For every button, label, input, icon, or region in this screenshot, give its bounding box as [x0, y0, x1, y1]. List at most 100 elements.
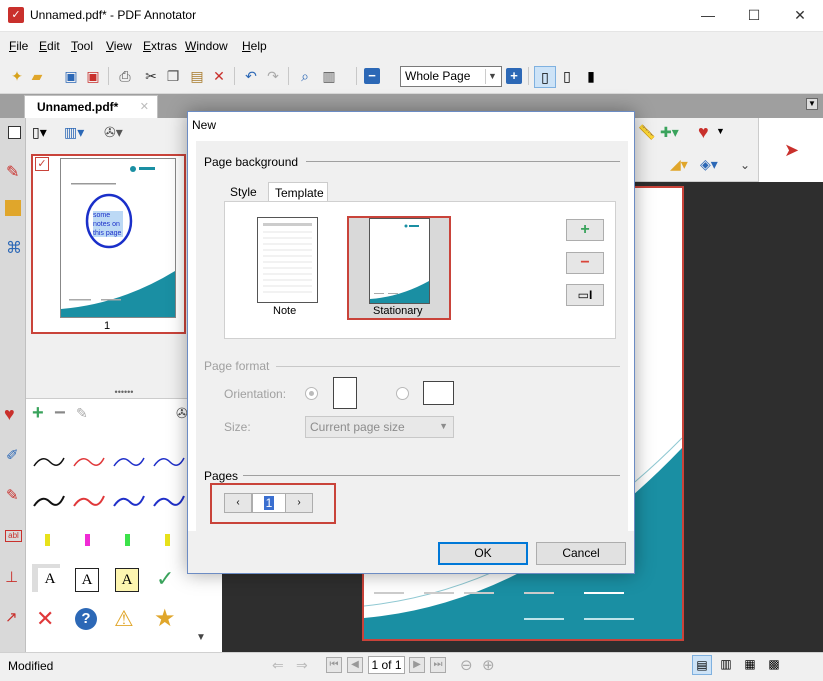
maximize-button[interactable]: ☐ [731, 0, 777, 31]
zoom-select[interactable]: Whole Page ▼ [400, 66, 502, 87]
settings-wrench-icon[interactable]: ✇ [176, 405, 188, 422]
history-forward-icon[interactable]: ⊕ [482, 656, 495, 674]
tools-wrench-icon[interactable]: ✇▾ [104, 124, 123, 141]
pen-stroke-row-2[interactable] [33, 495, 185, 507]
annotation-pen-icon[interactable]: ✎ [6, 162, 19, 182]
highlighter-magenta[interactable] [85, 534, 90, 546]
last-page-button[interactable]: ⏭ [430, 657, 446, 673]
history-back-icon[interactable]: ⊖ [460, 656, 473, 674]
pages-decrement-button[interactable]: ‹ [224, 493, 252, 513]
redo-icon[interactable]: ↷ [264, 67, 282, 85]
rename-template-button[interactable]: ▭I [566, 284, 604, 306]
text-stamp-box[interactable]: A [75, 568, 99, 592]
zoom-out-button[interactable]: − [364, 68, 380, 84]
single-page-icon[interactable]: ▯ [534, 66, 556, 88]
highlighter-green[interactable] [125, 534, 130, 546]
close-window-button[interactable]: ✕ [777, 0, 823, 31]
menu-window[interactable]: Window [185, 39, 228, 53]
fill-color-icon[interactable]: ◈▾ [700, 156, 718, 173]
highlighter-icon[interactable]: ✐ [6, 446, 19, 464]
text-stamp-plain[interactable]: A [38, 568, 62, 592]
paste-icon[interactable]: ▤ [188, 67, 206, 85]
chevron-down-icon[interactable]: ▼ [716, 126, 725, 136]
tab-style[interactable]: Style [230, 185, 257, 199]
page-options-icon[interactable]: ▯▾ [32, 124, 47, 141]
first-page-button[interactable]: ⏮ [326, 657, 342, 673]
arrow-line-icon[interactable]: ↗ [5, 608, 18, 626]
next-page-button[interactable]: ▶ [409, 657, 425, 673]
ruler-icon[interactable]: 📏 [638, 124, 655, 141]
menu-extras[interactable]: Extras [143, 39, 177, 53]
add-template-button[interactable]: + [566, 219, 604, 241]
more-chevron-icon[interactable]: ⌄ [740, 158, 750, 172]
bookmark-folder-icon[interactable] [5, 200, 21, 216]
warning-stamp-icon[interactable]: ⚠ [114, 606, 134, 632]
prev-view-icon[interactable]: ⇐ [272, 657, 284, 674]
favorites-heart-icon[interactable]: ♥ [4, 404, 15, 425]
new-document-icon[interactable]: ✦ [8, 67, 26, 85]
star-stamp-icon[interactable]: ★ [154, 604, 176, 633]
template-stationary[interactable] [369, 218, 430, 304]
cut-icon[interactable]: ✂ [142, 67, 160, 85]
cursor-tool-icon[interactable]: ➤ [784, 140, 799, 161]
remove-template-button[interactable]: − [566, 252, 604, 274]
menu-help[interactable]: Help [242, 39, 267, 53]
fullscreen-icon[interactable]: ▮ [582, 67, 600, 85]
fit-width-icon[interactable]: ▯ [558, 67, 576, 85]
text-stamp-yellow[interactable]: A [115, 568, 139, 592]
edit-favorite-icon[interactable]: ✎ [76, 405, 88, 422]
pen-stroke-row-1[interactable] [33, 457, 185, 467]
scroll-down-icon[interactable]: ▼ [196, 632, 206, 643]
two-page-view-icon[interactable]: ▦ [740, 655, 760, 675]
document-tab[interactable]: Unnamed.pdf* ✕ [24, 95, 158, 118]
ok-button[interactable]: OK [438, 542, 528, 565]
save-close-icon[interactable]: ▣ [84, 67, 102, 85]
menu-edit[interactable]: Edit [39, 39, 60, 53]
page-size-select[interactable]: Current page size ▼ [305, 416, 454, 438]
menu-view[interactable]: View [106, 39, 132, 53]
favorite-heart-icon[interactable]: ♥ [698, 122, 709, 143]
cancel-button[interactable]: Cancel [536, 542, 626, 565]
select-checkbox-icon[interactable] [8, 126, 21, 139]
continuous-view-icon[interactable]: ▥ [716, 655, 736, 675]
template-note[interactable] [257, 217, 318, 303]
print-icon[interactable]: ⎙ [116, 67, 134, 85]
stamp-icon[interactable]: ⊥ [5, 568, 18, 586]
landscape-radio[interactable] [396, 387, 409, 400]
line-width-icon[interactable]: ◢▾ [670, 156, 688, 173]
find-icon[interactable]: ⌕ [296, 67, 314, 85]
delete-icon[interactable]: ✕ [210, 67, 228, 85]
menu-file[interactable]: File [9, 39, 28, 53]
search-text-icon[interactable]: ▥ [320, 67, 338, 85]
save-icon[interactable]: ▣ [62, 67, 80, 85]
highlighter-yellow[interactable] [45, 534, 50, 546]
minimize-button[interactable]: — [685, 0, 731, 31]
pages-input[interactable]: 1 [252, 493, 286, 513]
previous-page-button[interactable]: ◀ [347, 657, 363, 673]
page-indicator[interactable]: 1 of 1 [368, 656, 405, 674]
next-view-icon[interactable]: ⇒ [296, 657, 308, 674]
question-stamp-icon[interactable]: ? [75, 608, 97, 630]
tab-template[interactable]: Template [268, 182, 328, 202]
remove-favorite-icon[interactable]: − [54, 403, 66, 423]
tab-list-icon[interactable]: ▼ [806, 98, 818, 110]
open-folder-icon[interactable]: ▰ [28, 67, 46, 85]
close-tab-icon[interactable]: ✕ [140, 100, 149, 113]
menu-tool[interactable]: Tool [71, 39, 93, 53]
thumbnail-check-icon[interactable]: ✓ [35, 157, 49, 171]
single-page-view-icon[interactable]: ▤ [692, 655, 712, 675]
marker-icon[interactable]: ✎ [6, 486, 19, 504]
highlighter-yellow-2[interactable] [165, 534, 170, 546]
add-annotation-icon[interactable]: ✚▾ [660, 124, 679, 141]
add-favorite-icon[interactable]: + [32, 403, 44, 423]
two-page-continuous-view-icon[interactable]: ▩ [764, 655, 784, 675]
checkmark-stamp-icon[interactable]: ✓ [156, 566, 174, 592]
zoom-in-button[interactable]: + [506, 68, 522, 84]
copy-icon[interactable]: ❐ [164, 67, 182, 85]
pages-increment-button[interactable]: › [285, 493, 313, 513]
attachment-icon[interactable]: ⌘ [6, 238, 22, 258]
cross-stamp-icon[interactable]: ✕ [36, 606, 54, 632]
text-box-icon[interactable]: abl [5, 530, 22, 542]
portrait-radio[interactable] [305, 387, 318, 400]
view-options-icon[interactable]: ▥▾ [64, 124, 84, 141]
